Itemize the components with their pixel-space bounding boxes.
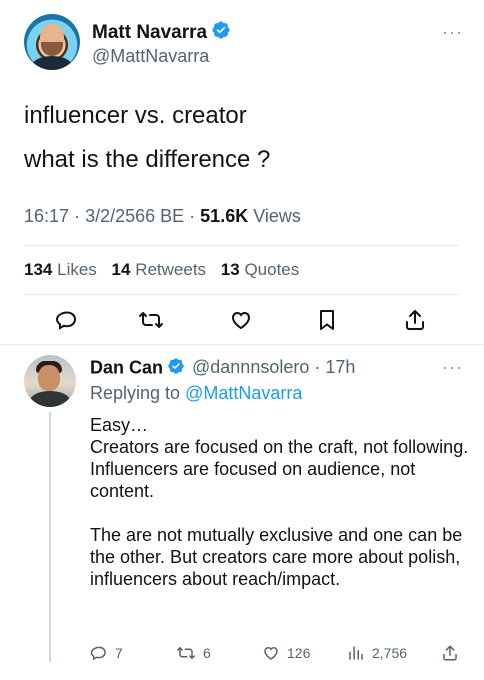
like-icon [231, 311, 251, 330]
divider [0, 344, 484, 345]
like-icon [264, 646, 278, 660]
likes-label: Likes [57, 260, 97, 279]
tweet-time[interactable]: 16:17 [24, 206, 69, 226]
retweet-count: 6 [203, 645, 211, 661]
avatar-body [30, 391, 70, 407]
views-count: 51.6K [200, 206, 249, 226]
verified-badge-icon [167, 357, 185, 380]
author-handle[interactable]: @MattNavarra [92, 46, 209, 67]
avatar-shirt [32, 56, 72, 70]
verified-badge-icon [211, 20, 231, 46]
reply-handle-row: @dannnsolero · 17h [192, 357, 355, 378]
reply-count: 7 [115, 645, 123, 661]
bookmark-button[interactable] [313, 306, 341, 334]
likes-count: 134 [24, 260, 53, 279]
reply-author-name-row[interactable]: Dan Can [90, 357, 185, 380]
thread-line [49, 412, 51, 662]
replying-to-mention[interactable]: @MattNavarra [185, 383, 302, 403]
quotes-label: Quotes [244, 260, 300, 279]
reply-reply-button[interactable]: 7 [90, 642, 123, 664]
reply-author-avatar[interactable] [24, 355, 76, 407]
reply-share-button[interactable] [441, 642, 466, 664]
views-icon [349, 646, 363, 660]
engagement-stats: 134 Likes 14 Retweets 13 Quotes [24, 260, 299, 280]
avatar-face [38, 365, 60, 391]
likes-stat[interactable]: 134 Likes [24, 260, 97, 279]
retweet-button[interactable] [137, 306, 165, 334]
reply-text: Easy… Creators are focused on the craft,… [90, 415, 469, 589]
share-button[interactable] [401, 306, 429, 334]
retweet-icon [177, 647, 195, 659]
more-icon[interactable]: ··· [442, 22, 463, 43]
quotes-stat[interactable]: 13 Quotes [221, 260, 299, 279]
reply-retweet-button[interactable]: 6 [176, 642, 211, 664]
meta-separator: · [309, 357, 326, 377]
retweets-count: 14 [111, 260, 131, 279]
views-label: Views [253, 206, 301, 226]
retweets-stat[interactable]: 14 Retweets [112, 260, 207, 279]
reply-time[interactable]: 17h [325, 357, 355, 377]
tweet-text-line-2: what is the difference ? [24, 146, 271, 173]
reply-like-button[interactable]: 126 [262, 642, 310, 664]
retweets-label: Retweets [135, 260, 207, 279]
reply-button[interactable] [53, 306, 81, 334]
quotes-count: 13 [220, 260, 240, 279]
divider [24, 245, 460, 246]
like-count: 126 [287, 645, 311, 661]
replying-to: Replying to @MattNavarra [90, 383, 302, 404]
more-icon[interactable]: ··· [442, 357, 463, 378]
meta-separator: · [74, 206, 86, 226]
main-tweet: Matt Navarra @MattNavarra ··· influencer… [0, 0, 484, 345]
share-icon [443, 645, 457, 661]
like-button[interactable] [227, 306, 255, 334]
meta-separator: · [189, 206, 201, 226]
divider [24, 294, 460, 295]
author-name[interactable]: Matt Navarra [92, 22, 207, 43]
reply-icon [90, 646, 106, 661]
tweet-meta: 16:17 · 3/2/2566 BE · 51.6K Views [24, 206, 301, 227]
reply-author-name[interactable]: Dan Can [90, 357, 163, 377]
reply-views-button[interactable]: 2,756 [347, 642, 407, 664]
retweet-icon [139, 312, 163, 328]
bookmark-icon [320, 310, 334, 330]
tweet-date[interactable]: 3/2/2566 BE [85, 206, 184, 226]
share-icon [406, 310, 424, 330]
author-name-row[interactable]: Matt Navarra [92, 20, 231, 46]
avatar-beard [41, 42, 63, 56]
reply-icon [55, 311, 77, 330]
tweet-text-line-1: influencer vs. creator [24, 102, 247, 129]
author-avatar[interactable] [24, 14, 80, 70]
reply-author-handle[interactable]: @dannnsolero [192, 357, 309, 377]
view-count: 2,756 [372, 645, 408, 661]
replying-to-label: Replying to [90, 383, 181, 403]
